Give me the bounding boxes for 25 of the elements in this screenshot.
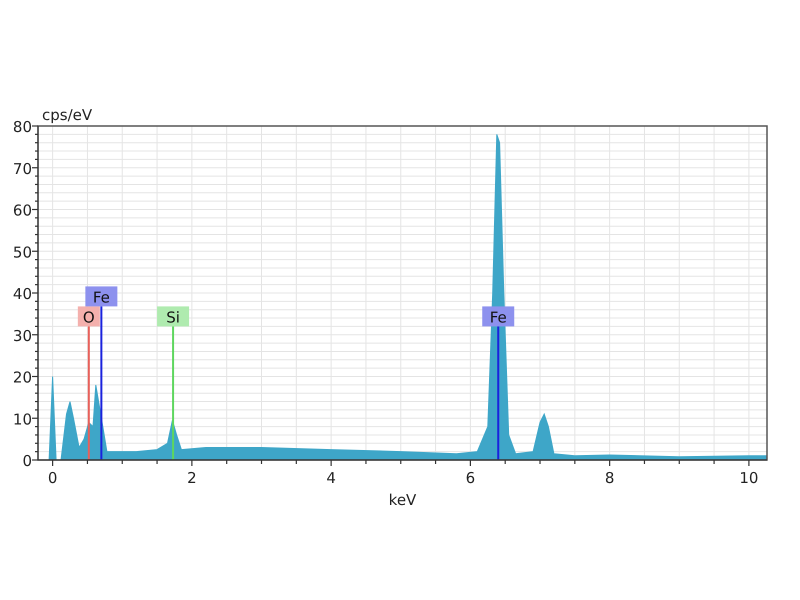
tick-label: 0 (48, 469, 58, 487)
axis-title: keV (388, 491, 416, 509)
peak-label: Fe (482, 306, 514, 326)
tick-label: 6 (466, 469, 476, 487)
peak-label: Fe (85, 286, 118, 306)
tick-label: 80 (12, 118, 32, 136)
peak-label: O (78, 306, 100, 326)
tick-label: 40 (12, 285, 32, 303)
tick-label: 4 (326, 469, 336, 487)
peak-label: Si (157, 306, 190, 326)
tick-label: 10 (12, 410, 32, 428)
tick-label: 60 (12, 202, 32, 220)
tick-label: 2 (187, 469, 197, 487)
ref-line-label: Si (166, 308, 180, 326)
ref-line-label: O (82, 308, 95, 326)
tick-label: 20 (12, 368, 32, 386)
tick-label: 50 (12, 243, 32, 262)
axis-title: cps/eV (42, 106, 92, 124)
tick-label: 10 (739, 469, 758, 487)
ref-line-label: Fe (490, 308, 507, 326)
ref-line-label: Fe (92, 288, 110, 306)
tick-label: 30 (12, 326, 32, 345)
tick-label: 0 (22, 452, 32, 470)
tick-label: 70 (12, 160, 32, 178)
tick-label: 8 (604, 469, 614, 487)
